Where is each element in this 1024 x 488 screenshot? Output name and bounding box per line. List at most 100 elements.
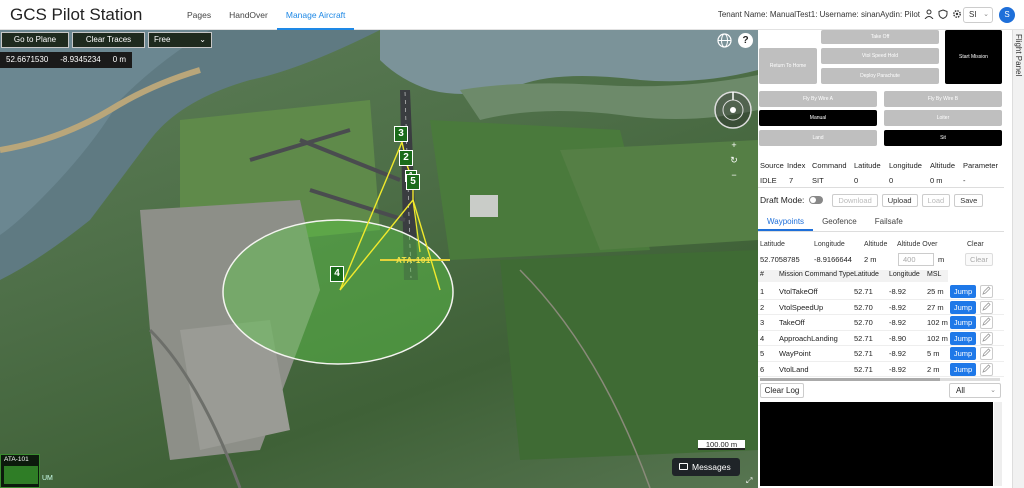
clear-waypoint-button[interactable]: Clear: [965, 253, 993, 266]
load-button[interactable]: Load: [921, 193, 951, 207]
jump-button[interactable]: Jump: [950, 331, 976, 345]
nav-pages[interactable]: Pages: [178, 0, 220, 30]
map-attribution: UM: [42, 475, 53, 482]
table-row[interactable]: 3 TakeOff 52.70 -8.92 102 m Jump: [758, 315, 1004, 331]
tab-waypoints[interactable]: Waypoints: [758, 212, 814, 231]
fly-by-wire-a-button[interactable]: Fly By Wire A: [759, 91, 877, 107]
go-to-plane-button[interactable]: Go to Plane: [1, 32, 69, 48]
mission-table-scrollbar[interactable]: [760, 378, 1000, 381]
table-row[interactable]: 4 ApproachLanding 52.71 -8.90 102 m Jump: [758, 331, 1004, 346]
jump-button[interactable]: Jump: [950, 316, 976, 329]
mission-index: 2: [760, 302, 765, 312]
expand-icon[interactable]: ⤢: [746, 476, 752, 486]
deploy-parachute-button[interactable]: Deploy Parachute: [821, 68, 939, 84]
zoom-in-button[interactable]: +: [729, 140, 739, 150]
waypoint-marker-5[interactable]: 5: [406, 174, 420, 190]
log-console: [760, 402, 993, 486]
mission-command-type: VtolSpeedUp: [779, 302, 824, 312]
column-header: Latitude: [760, 241, 785, 248]
edit-icon[interactable]: [980, 300, 993, 314]
messages-button[interactable]: Messages: [672, 458, 740, 476]
mission-command-type: WayPoint: [779, 349, 811, 358]
log-scrollbar[interactable]: [994, 402, 1002, 486]
reset-view-button[interactable]: ↻: [729, 155, 739, 166]
satellite-terrain: [0, 30, 758, 488]
draft-mode-label: Draft Mode:: [760, 195, 805, 205]
table-row[interactable]: 6 VtolLand 52.71 -8.92 2 m Jump: [758, 362, 1004, 377]
status-value: 7: [789, 175, 794, 185]
help-icon[interactable]: ?: [738, 33, 753, 48]
tab-geofence[interactable]: Geofence: [813, 212, 866, 231]
jump-button[interactable]: Jump: [950, 347, 976, 360]
mission-latitude: 52.71: [854, 333, 873, 343]
land-button[interactable]: Land: [759, 130, 877, 146]
app-title: GCS Pilot Station: [10, 5, 143, 24]
table-row[interactable]: 1 VtolTakeOff 52.71 -8.92 25 m Jump: [758, 284, 1004, 300]
language-select[interactable]: SI ⌄: [963, 7, 993, 23]
mission-longitude: -8.92: [889, 318, 907, 327]
fly-by-wire-b-button[interactable]: Fly By Wire B: [884, 91, 1002, 107]
edit-icon[interactable]: [980, 347, 993, 360]
jump-button[interactable]: Jump: [950, 362, 976, 376]
mission-longitude: -8.90: [889, 333, 907, 343]
top-bar: GCS Pilot Station Pages HandOver Manage …: [0, 0, 1024, 30]
nav-manage-aircraft[interactable]: Manage Aircraft: [276, 0, 355, 30]
map-view[interactable]: 3 2 1 5 4 ATA-101 Go to Plane Clear Trac…: [0, 30, 758, 488]
waypoint-marker-4[interactable]: 4: [330, 266, 344, 282]
view-mode-select[interactable]: Free ⌄: [148, 32, 212, 48]
edit-icon[interactable]: [980, 316, 993, 329]
waypoint-marker-2[interactable]: 2: [399, 150, 413, 166]
cursor-coordinates: 52.6671530 -8.9345234 0 m: [0, 52, 133, 68]
mission-latitude: 52.71: [854, 364, 873, 374]
coord-alt: 0 m: [112, 55, 127, 64]
mission-index: 1: [760, 287, 765, 296]
mini-aircraft-label: ATA-101: [4, 456, 29, 463]
take-off-button[interactable]: Take Off: [821, 30, 939, 44]
mission-tabs: Waypoints Geofence Failsafe: [758, 212, 1004, 232]
globe-icon[interactable]: [717, 33, 732, 48]
compass-icon[interactable]: [713, 90, 753, 130]
shield-icon[interactable]: [937, 9, 948, 20]
jump-button[interactable]: Jump: [950, 300, 976, 314]
loiter-button[interactable]: Loiter: [884, 110, 1002, 126]
edit-icon[interactable]: [980, 362, 993, 376]
status-header: Longitude: [889, 161, 922, 170]
edit-icon[interactable]: [980, 331, 993, 345]
waypoint-marker-3[interactable]: 3: [394, 126, 408, 142]
vtol-speed-hold-button[interactable]: Vtol Speed Hold: [821, 48, 939, 64]
download-button[interactable]: Download: [832, 193, 878, 207]
jump-button[interactable]: Jump: [950, 285, 976, 298]
mission-command-type: ApproachLanding: [779, 333, 838, 343]
status-header: Altitude: [930, 161, 956, 170]
clear-log-button[interactable]: Clear Log: [760, 383, 804, 398]
user-icon[interactable]: [923, 9, 934, 20]
start-mission-button[interactable]: Start Mission: [945, 30, 1002, 84]
mission-msl: 2 m: [927, 364, 940, 374]
status-header: Command: [812, 161, 847, 170]
zoom-out-button[interactable]: −: [729, 170, 739, 180]
table-row[interactable]: 2 VtolSpeedUp 52.70 -8.92 27 m Jump: [758, 300, 1004, 315]
new-waypoint-longitude[interactable]: -8.9166644: [814, 255, 852, 264]
aircraft-mini-panel[interactable]: ATA-101: [0, 454, 40, 488]
tab-failsafe[interactable]: Failsafe: [866, 212, 912, 231]
clear-traces-button[interactable]: Clear Traces: [72, 32, 145, 48]
altitude-over-input[interactable]: 400: [898, 253, 934, 266]
manual-button[interactable]: Manual: [759, 110, 877, 126]
gear-icon[interactable]: [951, 9, 962, 20]
return-to-home-button[interactable]: Return To Home: [759, 48, 817, 84]
table-row[interactable]: 5 WayPoint 52.71 -8.92 5 m Jump: [758, 346, 1004, 362]
upload-button[interactable]: Upload: [881, 193, 918, 207]
flight-panel-tab[interactable]: Flight Panel: [1012, 30, 1024, 488]
new-waypoint-altitude[interactable]: 2 m: [864, 255, 877, 264]
new-waypoint-latitude[interactable]: 52.7058785: [760, 255, 800, 264]
nav-handover[interactable]: HandOver: [220, 0, 277, 30]
status-header-row: Source Index Command Latitude Longitude …: [758, 158, 1004, 173]
sit-button[interactable]: Sit: [884, 130, 1002, 146]
save-button[interactable]: Save: [954, 193, 984, 207]
flight-panel-label: Flight Panel: [1014, 34, 1023, 77]
log-filter-select[interactable]: All ⌄: [949, 383, 1001, 398]
draft-mode-toggle[interactable]: [809, 196, 824, 204]
avatar[interactable]: S: [999, 7, 1015, 23]
mission-command-type: TakeOff: [779, 318, 805, 327]
edit-icon[interactable]: [980, 285, 993, 298]
